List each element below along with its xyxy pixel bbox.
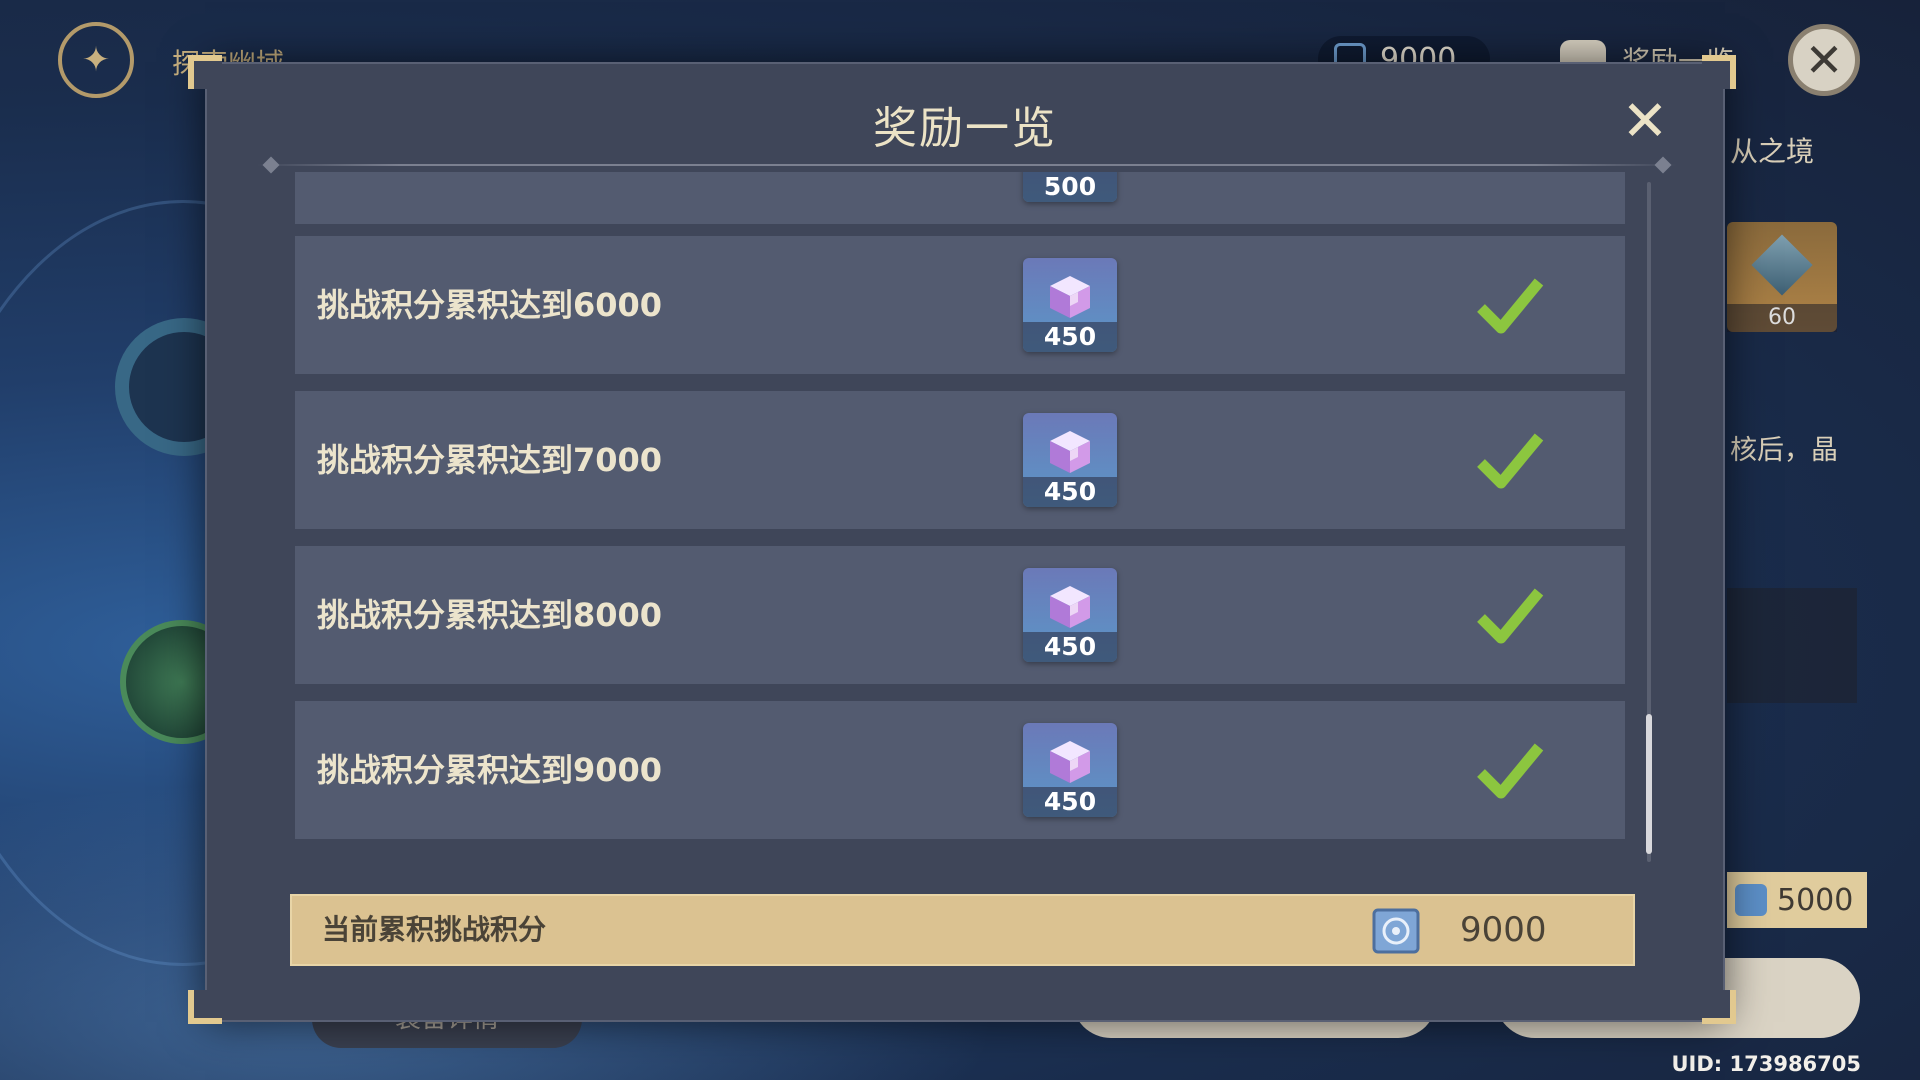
challenge-points-icon xyxy=(1372,908,1420,954)
crystal-cube-icon xyxy=(1050,276,1090,318)
side-description: 核后，晶 xyxy=(1730,435,1838,466)
frame-corner xyxy=(1702,990,1736,1024)
checkmark-icon xyxy=(1477,433,1544,489)
reward-item[interactable]: 450 xyxy=(1023,258,1117,352)
scrollbar-thumb[interactable] xyxy=(1646,714,1652,854)
frame-corner xyxy=(188,990,222,1024)
modal-title: 奖励一览 xyxy=(873,103,1057,154)
uid-label: UID: 173986705 xyxy=(1671,1052,1861,1076)
reward-item[interactable]: 450 xyxy=(1023,413,1117,507)
crystal-cube-icon xyxy=(1050,741,1090,783)
reward-amount: 500 xyxy=(1023,172,1117,202)
reward-condition: 挑战积分累积达到9000 xyxy=(317,751,663,789)
reward-row-partial: 500 xyxy=(295,172,1625,224)
reward-condition: 挑战积分累积达到7000 xyxy=(317,441,663,479)
side-cost-display: 5000 xyxy=(1727,872,1867,928)
main-close-button[interactable]: ✕ xyxy=(1788,24,1860,96)
challenge-points-icon xyxy=(1735,884,1767,916)
reward-list[interactable]: 500 挑战积分累积达到6000 450 挑战积分累积达到7000 450 挑战… xyxy=(295,172,1627,890)
reward-item[interactable]: 500 xyxy=(1023,172,1117,202)
reward-row: 挑战积分累积达到6000 450 xyxy=(295,236,1625,374)
title-divider xyxy=(257,156,1677,174)
total-points-label: 当前累积挑战积分 xyxy=(322,913,547,946)
reward-row: 挑战积分累积达到7000 450 xyxy=(295,391,1625,529)
reward-row: 挑战积分累积达到8000 450 xyxy=(295,546,1625,684)
checkmark-icon xyxy=(1477,278,1544,334)
total-points-value: 9000 xyxy=(1460,910,1547,950)
reward-item[interactable]: 450 xyxy=(1023,723,1117,817)
checkmark-icon xyxy=(1477,743,1544,799)
reward-amount: 450 xyxy=(1023,787,1117,817)
reward-condition: 挑战积分累积达到6000 xyxy=(317,286,663,324)
reward-item[interactable]: 450 xyxy=(1023,568,1117,662)
crystal-cube-icon xyxy=(1050,431,1090,473)
modal-close-button[interactable]: ✕ xyxy=(1617,94,1673,150)
reward-row: 挑战积分累积达到9000 450 xyxy=(295,701,1625,839)
side-reward-card[interactable]: 60 xyxy=(1727,222,1837,332)
side-reward-count: 60 xyxy=(1727,304,1837,332)
gem-icon xyxy=(1751,234,1813,296)
reward-amount: 450 xyxy=(1023,322,1117,352)
divider-ornament xyxy=(1654,156,1672,174)
reward-condition: 挑战积分累积达到8000 xyxy=(317,596,663,634)
reward-amount: 450 xyxy=(1023,632,1117,662)
reward-amount: 450 xyxy=(1023,477,1117,507)
side-image-panel xyxy=(1727,588,1857,703)
total-points-bar: 当前累积挑战积分 9000 xyxy=(290,894,1635,966)
frame-corner xyxy=(188,55,222,89)
checkmark-icon xyxy=(1477,588,1544,644)
frame-corner xyxy=(1702,55,1736,89)
divider-ornament xyxy=(262,156,280,174)
realm-name: 从之境 xyxy=(1730,135,1815,168)
realm-logo-icon: ✦ xyxy=(58,22,134,98)
crystal-cube-icon xyxy=(1050,586,1090,628)
reward-overview-modal: 奖励一览 ✕ 500 挑战积分累积达到6000 450 挑战积分累积达到7000… xyxy=(205,62,1725,1022)
side-cost-value: 5000 xyxy=(1777,882,1854,918)
